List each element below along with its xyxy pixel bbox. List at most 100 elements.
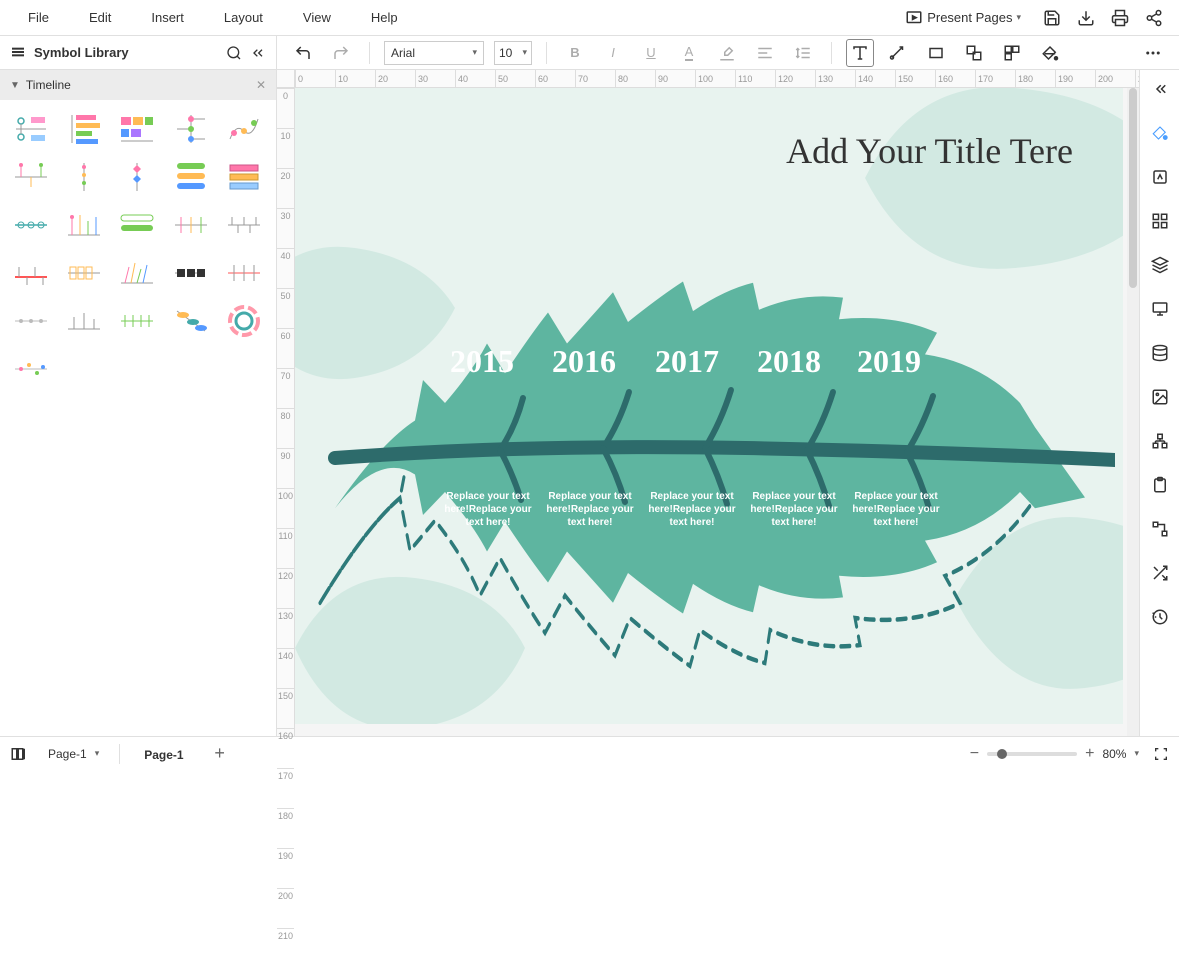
shape-thumb[interactable] xyxy=(61,252,107,294)
data-panel-button[interactable] xyxy=(1145,338,1175,368)
shape-thumb[interactable] xyxy=(114,252,160,294)
year-label[interactable]: 2015 xyxy=(450,343,514,380)
shape-thumb[interactable] xyxy=(8,204,54,246)
collapse-sidebar-icon[interactable] xyxy=(250,45,266,61)
menu-layout[interactable]: Layout xyxy=(204,2,283,33)
shape-thumb[interactable] xyxy=(168,300,214,342)
shape-panel-button[interactable] xyxy=(1145,162,1175,192)
year-description[interactable]: Replace your text here!Replace your text… xyxy=(749,490,839,529)
menu-view[interactable]: View xyxy=(283,2,351,33)
hierarchy-panel-button[interactable] xyxy=(1145,426,1175,456)
font-color-button[interactable]: A xyxy=(675,39,703,67)
shuffle-panel-button[interactable] xyxy=(1145,558,1175,588)
menu-edit[interactable]: Edit xyxy=(69,2,131,33)
year-description[interactable]: Replace your text here!Replace your text… xyxy=(851,490,941,529)
shape-thumb[interactable] xyxy=(221,300,267,342)
close-category-icon[interactable]: ✕ xyxy=(256,78,266,92)
category-header-timeline[interactable]: ▼ Timeline ✕ xyxy=(0,70,276,100)
leaf-timeline-shape[interactable] xyxy=(305,198,1115,718)
zoom-in-button[interactable]: + xyxy=(1085,745,1094,763)
pages-icon[interactable] xyxy=(10,745,28,763)
arrange-button[interactable] xyxy=(960,39,988,67)
shape-thumb[interactable] xyxy=(221,156,267,198)
shape-thumb[interactable] xyxy=(168,108,214,150)
save-button[interactable] xyxy=(1035,9,1069,27)
shape-thumb[interactable] xyxy=(61,300,107,342)
shape-thumb[interactable] xyxy=(8,108,54,150)
history-panel-button[interactable] xyxy=(1145,602,1175,632)
page-title[interactable]: Add Your Title Tere xyxy=(786,130,1073,172)
print-icon xyxy=(1111,9,1129,27)
font-family-select[interactable]: Arial▾ xyxy=(384,41,484,65)
highlight-button[interactable] xyxy=(713,39,741,67)
print-button[interactable] xyxy=(1103,9,1137,27)
bold-button[interactable]: B xyxy=(561,39,589,67)
share-button[interactable] xyxy=(1137,9,1171,27)
zoom-slider[interactable] xyxy=(987,752,1077,756)
page-select[interactable]: Page-1▾ xyxy=(38,747,109,761)
year-label[interactable]: 2018 xyxy=(757,343,821,380)
fullscreen-icon[interactable] xyxy=(1153,746,1169,762)
year-label[interactable]: 2019 xyxy=(857,343,921,380)
shape-thumb[interactable] xyxy=(61,108,107,150)
font-size-select[interactable]: 10▾ xyxy=(494,41,532,65)
year-description[interactable]: Replace your text here!Replace your text… xyxy=(443,490,533,529)
shape-thumb[interactable] xyxy=(221,204,267,246)
download-button[interactable] xyxy=(1069,9,1103,27)
shape-thumb[interactable] xyxy=(114,108,160,150)
shape-thumb[interactable] xyxy=(221,108,267,150)
shape-thumb[interactable] xyxy=(114,300,160,342)
year-label[interactable]: 2016 xyxy=(552,343,616,380)
shape-thumb[interactable] xyxy=(61,156,107,198)
grid-panel-button[interactable] xyxy=(1145,206,1175,236)
page-tab[interactable]: Page-1 xyxy=(130,740,197,768)
fill-button[interactable] xyxy=(1036,39,1064,67)
more-button[interactable] xyxy=(1139,39,1167,67)
shape-thumb[interactable] xyxy=(61,204,107,246)
shape-outline-button[interactable] xyxy=(922,39,950,67)
redo-button[interactable] xyxy=(327,39,355,67)
underline-button[interactable]: U xyxy=(637,39,665,67)
layers-panel-button[interactable] xyxy=(1145,250,1175,280)
italic-button[interactable]: I xyxy=(599,39,627,67)
link-panel-button[interactable] xyxy=(1145,514,1175,544)
page-canvas[interactable]: Add Your Title Tere xyxy=(295,88,1123,724)
search-icon[interactable] xyxy=(226,45,242,61)
image-panel-button[interactable] xyxy=(1145,382,1175,412)
bucket-icon xyxy=(1041,44,1059,62)
zoom-out-button[interactable]: − xyxy=(970,745,979,763)
shape-thumb[interactable] xyxy=(8,252,54,294)
connector-button[interactable] xyxy=(884,39,912,67)
canvas-viewport[interactable]: Add Your Title Tere xyxy=(295,88,1127,736)
expand-right-panel-button[interactable] xyxy=(1145,74,1175,104)
shape-thumb[interactable] xyxy=(114,156,160,198)
align-button[interactable] xyxy=(751,39,779,67)
clipboard-panel-button[interactable] xyxy=(1145,470,1175,500)
line-spacing-button[interactable] xyxy=(789,39,817,67)
vertical-scrollbar[interactable] xyxy=(1127,88,1139,736)
shape-thumb[interactable] xyxy=(114,204,160,246)
present-pages-button[interactable]: Present Pages ▾ xyxy=(897,9,1029,27)
add-page-button[interactable]: + xyxy=(208,742,232,766)
shape-thumb[interactable] xyxy=(168,252,214,294)
shape-thumb[interactable] xyxy=(168,156,214,198)
text-tool-button[interactable] xyxy=(846,39,874,67)
menu-insert[interactable]: Insert xyxy=(131,2,204,33)
shape-thumb[interactable] xyxy=(8,300,54,342)
undo-button[interactable] xyxy=(289,39,317,67)
year-description[interactable]: Replace your text here!Replace your text… xyxy=(545,490,635,529)
group-button[interactable] xyxy=(998,39,1026,67)
shape-thumb[interactable] xyxy=(8,348,54,390)
zoom-level[interactable]: 80% xyxy=(1102,747,1126,761)
shape-thumb[interactable] xyxy=(168,204,214,246)
shape-thumb[interactable] xyxy=(8,156,54,198)
menu-help[interactable]: Help xyxy=(351,2,418,33)
menu-file[interactable]: File xyxy=(8,2,69,33)
sidebar: ▼ Timeline ✕ xyxy=(0,70,277,736)
year-label[interactable]: 2017 xyxy=(655,343,719,380)
fill-panel-button[interactable] xyxy=(1145,118,1175,148)
play-icon xyxy=(905,9,923,27)
shape-thumb[interactable] xyxy=(221,252,267,294)
presentation-panel-button[interactable] xyxy=(1145,294,1175,324)
year-description[interactable]: Replace your text here!Replace your text… xyxy=(647,490,737,529)
